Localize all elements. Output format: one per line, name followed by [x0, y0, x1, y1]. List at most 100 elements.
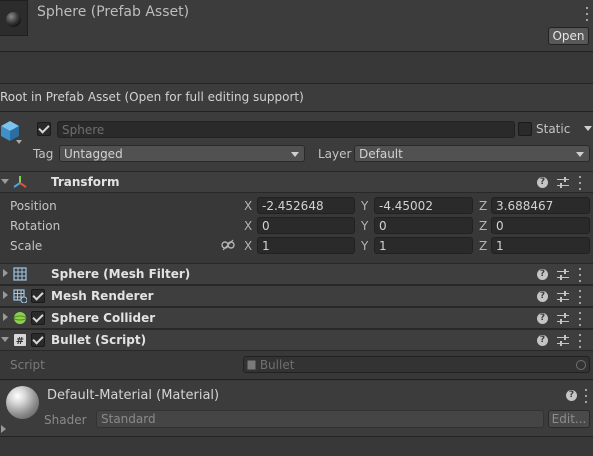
sphere-preview-icon	[6, 12, 21, 27]
bullet-script-enabled-checkbox[interactable]	[31, 333, 45, 347]
position-y-axis-label[interactable]: Y	[361, 199, 368, 213]
shader-dropdown[interactable]: Standard	[96, 410, 544, 428]
component-menu-icon[interactable]	[578, 268, 582, 282]
material-foldout-icon[interactable]	[1, 425, 6, 433]
script-label: Script	[10, 358, 45, 372]
position-x-axis-label[interactable]: X	[244, 199, 252, 213]
transform-component-header[interactable]: Transform ?	[0, 171, 593, 193]
rotation-z-field[interactable]: 0	[491, 217, 590, 234]
object-picker-icon	[576, 360, 586, 370]
sphere-collider-component-header[interactable]: Sphere Collider ?	[0, 307, 593, 329]
material-menu-icon[interactable]	[584, 389, 588, 403]
scale-label: Scale	[10, 239, 43, 253]
static-label: Static	[536, 122, 571, 136]
foldout-collapsed-icon[interactable]	[3, 291, 8, 299]
inspector-header: Sphere (Prefab Asset) Open	[0, 0, 593, 52]
layer-label: Layer	[318, 147, 352, 161]
chevron-down-icon	[576, 152, 584, 157]
scale-z-axis-label[interactable]: Z	[479, 239, 487, 253]
scale-x-axis-label[interactable]: X	[244, 239, 252, 253]
help-icon[interactable]: ?	[537, 335, 548, 346]
svg-text:#: #	[16, 336, 24, 347]
bullet-script-component-header[interactable]: # Bullet (Script) ?	[0, 329, 593, 351]
constrain-proportions-link-icon[interactable]	[221, 239, 235, 251]
header-menu-icon[interactable]	[585, 7, 589, 21]
inspector-title: Sphere (Prefab Asset)	[37, 4, 190, 20]
scale-y-field[interactable]: 1	[374, 237, 473, 254]
rotation-z-axis-label[interactable]: Z	[479, 219, 487, 233]
static-checkbox[interactable]	[518, 122, 532, 136]
prefab-preview-thumbnail	[0, 0, 28, 36]
tag-dropdown[interactable]: Untagged	[59, 145, 305, 162]
transform-icon	[13, 176, 27, 188]
help-icon[interactable]: ?	[537, 313, 548, 324]
help-icon[interactable]: ?	[537, 269, 548, 280]
open-prefab-button[interactable]: Open	[548, 27, 589, 45]
transform-title: Transform	[51, 175, 120, 189]
rotation-label: Rotation	[10, 219, 61, 233]
scale-z-field[interactable]: 1	[491, 237, 590, 254]
preset-sliders-icon[interactable]	[557, 269, 569, 280]
gameobject-active-checkbox[interactable]	[37, 122, 51, 136]
component-menu-icon[interactable]	[578, 312, 582, 326]
foldout-collapsed-icon[interactable]	[3, 313, 8, 321]
chevron-down-icon	[291, 152, 299, 157]
component-menu-icon[interactable]	[578, 290, 582, 304]
header-spacer	[0, 52, 593, 84]
position-y-field[interactable]: -4.45002	[374, 197, 473, 214]
tag-dropdown-value: Untagged	[64, 147, 123, 161]
static-dropdown-icon[interactable]	[584, 126, 592, 131]
shader-edit-button[interactable]: Edit...	[548, 410, 590, 428]
preset-sliders-icon[interactable]	[557, 335, 569, 346]
sphere-collider-title: Sphere Collider	[51, 311, 156, 325]
script-object-value: Bullet	[259, 358, 295, 372]
sphere-collider-enabled-checkbox[interactable]	[31, 311, 45, 325]
foldout-expanded-icon[interactable]	[1, 337, 9, 342]
sphere-collider-icon	[13, 312, 27, 324]
foldout-expanded-icon[interactable]	[1, 179, 9, 184]
scale-x-field[interactable]: 1	[257, 237, 355, 254]
tag-label: Tag	[33, 147, 54, 161]
script-file-icon	[247, 360, 256, 370]
mesh-filter-component-header[interactable]: Sphere (Mesh Filter) ?	[0, 263, 593, 285]
help-icon[interactable]: ?	[537, 177, 548, 188]
inspector-bottom-area	[0, 437, 593, 456]
position-label: Position	[10, 199, 57, 213]
mesh-renderer-title: Mesh Renderer	[51, 289, 154, 303]
shader-dropdown-value: Standard	[101, 412, 156, 426]
preset-sliders-icon[interactable]	[557, 313, 569, 324]
rotation-x-field[interactable]: 0	[257, 217, 355, 234]
layer-dropdown-value: Default	[359, 147, 403, 161]
script-icon: #	[14, 334, 26, 347]
component-menu-icon[interactable]	[578, 334, 582, 348]
layer-dropdown[interactable]: Default	[354, 145, 590, 162]
shader-label: Shader	[44, 413, 87, 427]
bullet-script-title: Bullet (Script)	[51, 333, 147, 347]
gameobject-cube-icon	[1, 121, 19, 141]
mesh-filter-title: Sphere (Mesh Filter)	[51, 267, 191, 281]
foldout-collapsed-icon[interactable]	[3, 269, 8, 277]
scale-y-axis-label[interactable]: Y	[361, 239, 368, 253]
rotation-x-axis-label[interactable]: X	[244, 219, 252, 233]
help-icon[interactable]: ?	[566, 390, 577, 401]
prefab-info-bar: Root in Prefab Asset (Open for full edit…	[0, 84, 593, 112]
gameobject-name-field[interactable]: Sphere	[57, 121, 515, 138]
rotation-y-axis-label[interactable]: Y	[361, 219, 368, 233]
script-field-row: Script Bullet	[0, 352, 593, 380]
mesh-renderer-icon	[13, 289, 27, 303]
rotation-y-field[interactable]: 0	[374, 217, 473, 234]
preset-sliders-icon[interactable]	[557, 291, 569, 302]
icon-dropdown-arrow-icon[interactable]	[16, 140, 22, 144]
grid-icon	[13, 267, 27, 281]
mesh-renderer-component-header[interactable]: Mesh Renderer ?	[0, 285, 593, 307]
component-menu-icon[interactable]	[578, 176, 582, 190]
help-icon[interactable]: ?	[537, 291, 548, 302]
material-preview-sphere	[6, 386, 39, 419]
position-z-axis-label[interactable]: Z	[479, 199, 487, 213]
material-title: Default-Material (Material)	[47, 388, 220, 403]
mesh-renderer-enabled-checkbox[interactable]	[31, 289, 45, 303]
prefab-info-text: Root in Prefab Asset (Open for full edit…	[0, 90, 304, 104]
preset-sliders-icon[interactable]	[557, 177, 569, 188]
position-z-field[interactable]: 3.688467	[491, 197, 590, 214]
position-x-field[interactable]: -2.452648	[257, 197, 355, 214]
